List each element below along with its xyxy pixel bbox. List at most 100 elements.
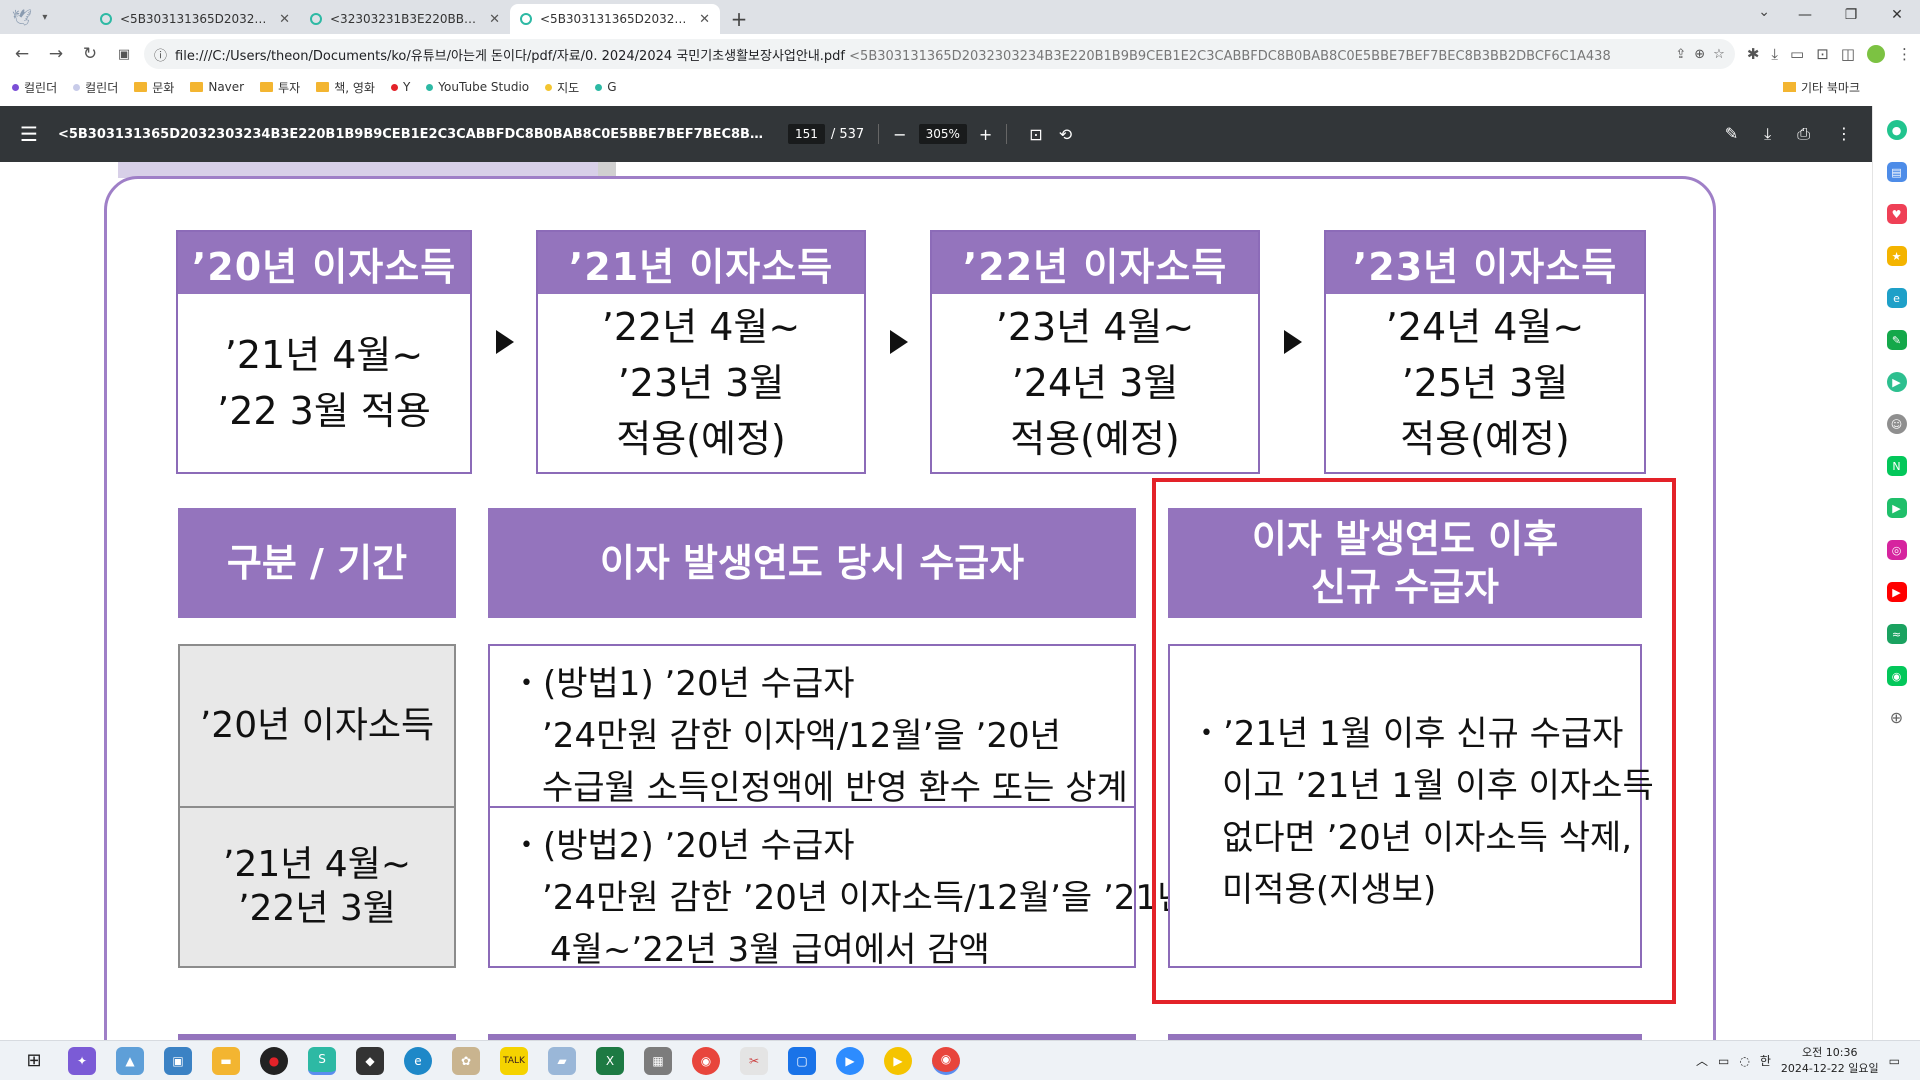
clock[interactable]: 오전 10:36 2024-12-22 일요일 bbox=[1781, 1045, 1879, 1077]
davinci-icon[interactable]: ◆ bbox=[356, 1046, 384, 1075]
bookmark-label: Naver bbox=[208, 80, 245, 94]
address-url[interactable]: file:///C:/Users/theon/Documents/ko/유튜브/… bbox=[175, 45, 1667, 64]
bookmark-folder[interactable]: Naver bbox=[190, 80, 244, 94]
year-box-body: ’21년 4월~ ’22 3월 적용 bbox=[178, 294, 470, 472]
youtube-icon[interactable]: ▶ bbox=[1886, 582, 1907, 602]
fit-page-icon[interactable]: ⊡ bbox=[1029, 125, 1042, 144]
edge-icon[interactable]: e bbox=[1886, 288, 1907, 308]
page-number-input[interactable]: 151 bbox=[787, 124, 825, 144]
notes-icon[interactable]: ▰ bbox=[548, 1046, 576, 1075]
copilot-app-icon[interactable]: ✦ bbox=[68, 1046, 96, 1075]
year-line: ’22 3월 적용 bbox=[217, 389, 431, 433]
cast-icon[interactable]: ▭ bbox=[1790, 45, 1804, 63]
tab-3-active[interactable]: <5B303131365D2032303234B ✕ bbox=[510, 4, 720, 34]
calculator-icon[interactable]: ▦ bbox=[644, 1046, 672, 1075]
menu-kebab-icon[interactable]: ⋮ bbox=[1897, 45, 1912, 63]
evernote-icon[interactable]: ✎ bbox=[1886, 330, 1907, 350]
instagram-icon[interactable]: ◎ bbox=[1886, 540, 1907, 560]
close-icon[interactable]: ✕ bbox=[279, 12, 290, 27]
app-icon[interactable]: ▢ bbox=[788, 1046, 816, 1075]
bookmark-folder[interactable]: 책, 영화 bbox=[316, 79, 375, 96]
app-icon[interactable]: ▲ bbox=[116, 1046, 144, 1075]
bookmark-folder[interactable]: 문화 bbox=[134, 79, 174, 96]
period-line: ’22년 3월 bbox=[238, 888, 396, 929]
tab-2[interactable]: <32303231B3E220BBE7BEF7B ✕ bbox=[300, 4, 510, 34]
zoom-out-icon[interactable]: − bbox=[893, 125, 906, 144]
stock-icon[interactable]: ≈ bbox=[1886, 624, 1907, 644]
forward-icon[interactable]: → bbox=[42, 40, 70, 68]
share-icon[interactable]: ⇪ bbox=[1675, 47, 1686, 62]
zoom-level-input[interactable]: 305% bbox=[918, 124, 967, 144]
more-kebab-icon[interactable]: ⋮ bbox=[1836, 124, 1852, 144]
network-icon[interactable]: ▭ bbox=[1718, 1054, 1729, 1068]
rotate-icon[interactable]: ⟲ bbox=[1059, 125, 1072, 144]
app-icon[interactable]: ▣ bbox=[164, 1046, 192, 1075]
zoom-icon[interactable]: ⊕ bbox=[1694, 47, 1705, 62]
back-icon[interactable]: ← bbox=[8, 40, 36, 68]
zoom-in-icon[interactable]: + bbox=[979, 125, 992, 144]
bookmark-folder[interactable]: 투자 bbox=[260, 79, 300, 96]
naver-icon[interactable]: N bbox=[1886, 456, 1907, 476]
pdf-page-canvas[interactable]: ’20년 이자소득 ’21년 4월~ ’22 3월 적용 ’21년 이자소득 ’… bbox=[0, 162, 1872, 1040]
extensions-icon[interactable]: ✱ bbox=[1747, 45, 1760, 63]
period-line: ’21년 4월~ bbox=[222, 844, 411, 885]
drive-icon[interactable]: ▤ bbox=[1886, 162, 1907, 182]
player-icon[interactable]: ▶ bbox=[884, 1046, 912, 1075]
minimize-icon[interactable]: — bbox=[1782, 0, 1828, 30]
download-icon[interactable]: ⤓ bbox=[1764, 124, 1771, 144]
restore-icon[interactable]: ❐ bbox=[1828, 0, 1874, 30]
windows-start-icon[interactable]: ⊞ bbox=[20, 1047, 48, 1075]
address-bar[interactable]: ⓘ file:///C:/Users/theon/Documents/ko/유튜… bbox=[144, 39, 1735, 69]
other-bookmarks[interactable]: 기타 북마크 bbox=[1782, 74, 1860, 100]
ime-indicator[interactable]: 한 bbox=[1760, 1052, 1771, 1069]
bag-icon[interactable]: ◉ bbox=[1886, 666, 1907, 686]
reload-icon[interactable]: ↻ bbox=[76, 40, 104, 68]
snipping-icon[interactable]: ✂ bbox=[740, 1046, 768, 1075]
window-close-icon[interactable]: ✕ bbox=[1874, 0, 1920, 30]
chrome-icon[interactable]: ◉ bbox=[692, 1046, 720, 1075]
tray-chevron-icon[interactable]: ︿ bbox=[1696, 1052, 1708, 1069]
play-circle-icon[interactable]: ▶ bbox=[1886, 372, 1907, 392]
bookmark-item[interactable]: 지도 bbox=[545, 79, 579, 96]
bookmark-star-icon[interactable]: ☆ bbox=[1713, 47, 1725, 62]
profile-avatar[interactable] bbox=[1867, 45, 1885, 63]
bookmark-item[interactable]: Y bbox=[390, 80, 410, 94]
bookmark-item[interactable]: 컬린더 bbox=[73, 79, 118, 96]
bookmark-item[interactable]: 컬린더 bbox=[12, 79, 57, 96]
menu-icon[interactable]: ☰ bbox=[20, 122, 38, 146]
new-tab-button[interactable]: + bbox=[724, 4, 754, 34]
close-icon[interactable]: ✕ bbox=[489, 12, 500, 27]
record-icon[interactable]: ● bbox=[260, 1046, 288, 1075]
excel-icon[interactable]: X bbox=[596, 1046, 624, 1075]
bird-icon[interactable]: 🕊 bbox=[12, 8, 32, 27]
bookmark-item[interactable]: YouTube Studio bbox=[426, 80, 529, 94]
print-icon[interactable]: ⎙ bbox=[1797, 124, 1810, 144]
volume-icon[interactable]: ◌ bbox=[1739, 1054, 1749, 1068]
star-icon[interactable]: ★ bbox=[1886, 246, 1907, 266]
copilot-icon[interactable]: ● bbox=[1886, 120, 1907, 140]
chevron-down-icon[interactable]: ▾ bbox=[42, 12, 47, 23]
bookmark-item[interactable]: G bbox=[595, 80, 617, 94]
tab-search-chevron-icon[interactable]: ⌄ bbox=[1758, 4, 1770, 20]
paint-icon[interactable]: ✿ bbox=[452, 1046, 480, 1075]
side-panel-icon[interactable]: ◫ bbox=[1841, 45, 1855, 63]
chat-icon[interactable]: ☺ bbox=[1886, 414, 1907, 434]
kakaotalk-icon[interactable]: TALK bbox=[500, 1046, 528, 1075]
tab-1[interactable]: <5B303131365D2032303234B ✕ bbox=[90, 4, 300, 34]
side-panel: ● ▤ ♥ ★ e ✎ ▶ ☺ N ▶ ◎ ▶ ≈ ◉ ⊕ bbox=[1872, 106, 1920, 1040]
download-icon[interactable]: ⤓ bbox=[1771, 45, 1778, 63]
zoom-app-icon[interactable]: ▶ bbox=[836, 1046, 864, 1075]
screenshot-icon[interactable]: ⊡ bbox=[1816, 45, 1829, 63]
add-icon[interactable]: ⊕ bbox=[1890, 708, 1903, 727]
edge-app-icon[interactable]: e bbox=[404, 1046, 432, 1075]
chrome-active-icon[interactable]: ◉ bbox=[932, 1046, 960, 1075]
annotate-pen-icon[interactable]: ✎ bbox=[1725, 124, 1738, 144]
close-icon[interactable]: ✕ bbox=[699, 12, 710, 27]
app-icon[interactable]: S bbox=[308, 1046, 336, 1075]
pocket-icon[interactable]: ♥ bbox=[1886, 204, 1907, 224]
file-info-icon[interactable]: ⓘ bbox=[154, 45, 167, 64]
file-explorer-icon[interactable]: ▬ bbox=[212, 1046, 240, 1075]
play-icon[interactable]: ▶ bbox=[1886, 498, 1907, 518]
notification-icon[interactable]: ▭ bbox=[1889, 1054, 1900, 1068]
reading-mode-icon[interactable]: ▣ bbox=[110, 40, 138, 68]
